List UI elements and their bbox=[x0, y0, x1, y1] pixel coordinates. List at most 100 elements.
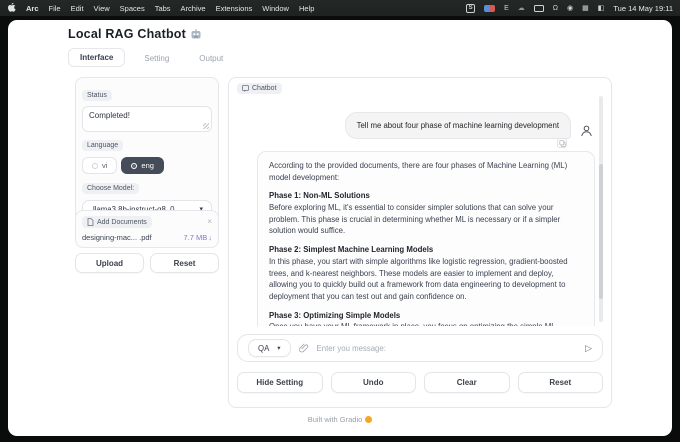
language-option-vi[interactable]: vi bbox=[82, 157, 117, 174]
chatbot-label-text: Chatbot bbox=[252, 85, 277, 92]
chatbot-icon bbox=[242, 85, 249, 92]
menu-item-arc[interactable]: Arc bbox=[26, 4, 39, 13]
radio-label: vi bbox=[102, 161, 107, 170]
bot-section-heading: Phase 2: Simplest Machine Learning Model… bbox=[269, 244, 583, 256]
message-input-row: QA ▾ Enter you message: ▷ bbox=[237, 334, 603, 362]
chat-scrollbar-thumb[interactable] bbox=[599, 164, 603, 300]
language-label: Language bbox=[82, 140, 123, 151]
upload-reset-row: Upload Reset bbox=[75, 253, 219, 273]
clear-button[interactable]: Clear bbox=[424, 372, 510, 393]
bot-section: Phase 1: Non-ML SolutionsBefore explorin… bbox=[269, 190, 583, 237]
chat-messages: Tell me about four phase of machine lear… bbox=[229, 96, 613, 326]
blue-red-pill-icon[interactable] bbox=[484, 5, 495, 12]
tab-setting[interactable]: Setting bbox=[133, 50, 180, 67]
language-radio-group: vi eng bbox=[82, 157, 212, 174]
screen-mirroring-icon[interactable]: ◧ bbox=[598, 5, 605, 12]
robot-icon bbox=[190, 29, 202, 40]
menubar-status-icons: S E ☁ Ω ◉ ▦ ◧ bbox=[466, 4, 604, 13]
user-message-bubble: Tell me about four phase of machine lear… bbox=[345, 112, 571, 139]
menu-item-file[interactable]: File bbox=[49, 4, 61, 13]
bot-message-intro: According to the provided documents, the… bbox=[269, 160, 583, 183]
s-square-icon[interactable]: S bbox=[466, 4, 475, 13]
ghost-icon[interactable]: ☁ bbox=[518, 5, 525, 12]
settings-form: Status Completed! Language vi eng Choose … bbox=[75, 77, 219, 225]
e-letter-icon[interactable]: E bbox=[504, 5, 509, 12]
message-input[interactable]: Enter you message: bbox=[317, 344, 386, 353]
chatbot-card: Chatbot Tell me about four phase of mach… bbox=[228, 77, 612, 408]
add-documents-label: Add Documents bbox=[82, 216, 152, 228]
menu-item-tabs[interactable]: Tabs bbox=[155, 4, 171, 13]
status-label: Status bbox=[82, 90, 112, 101]
file-download-link[interactable]: 7.7 MB ↓ bbox=[183, 233, 212, 242]
documents-header: Add Documents × bbox=[82, 216, 212, 228]
bot-section-heading: Phase 3: Optimizing Simple Models bbox=[269, 310, 583, 322]
bot-section-text: Before exploring ML, it's essential to c… bbox=[269, 202, 583, 237]
file-name: designing-mac... .pdf bbox=[82, 233, 152, 242]
attachment-icon[interactable] bbox=[299, 343, 309, 353]
footer-text[interactable]: Built with Gradio bbox=[308, 415, 363, 424]
apple-menu-icon[interactable] bbox=[7, 3, 16, 13]
hide-setting-button[interactable]: Hide Setting bbox=[237, 372, 323, 393]
download-icon: ↓ bbox=[208, 233, 212, 242]
macos-menubar: Arc File Edit View Spaces Tabs Archive Extensio… bbox=[0, 0, 680, 16]
tab-bar: Interface Setting Output bbox=[68, 48, 234, 67]
reset-button[interactable]: Reset bbox=[518, 372, 604, 393]
bot-section-text: In this phase, you start with simple alg… bbox=[269, 256, 583, 303]
tab-interface[interactable]: Interface bbox=[68, 48, 125, 67]
headphones-icon[interactable]: Ω bbox=[553, 5, 558, 12]
chevron-down-icon: ▾ bbox=[277, 344, 280, 352]
page-title: Local RAG Chatbot bbox=[68, 27, 202, 41]
user-avatar-icon bbox=[580, 124, 593, 137]
menu-item-edit[interactable]: Edit bbox=[71, 4, 84, 13]
menu-item-help[interactable]: Help bbox=[299, 4, 314, 13]
menubar-clock[interactable]: Tue 14 May 19:11 bbox=[613, 4, 673, 13]
radio-dot-icon bbox=[131, 163, 137, 169]
menu-item-window[interactable]: Window bbox=[262, 4, 289, 13]
copy-button[interactable] bbox=[557, 138, 567, 148]
bot-section-heading: Phase 1: Non-ML Solutions bbox=[269, 190, 583, 202]
radio-label: eng bbox=[141, 161, 154, 170]
browser-window: Local RAG Chatbot Interface Setting Output… bbox=[8, 20, 672, 436]
menu-item-view[interactable]: View bbox=[94, 4, 110, 13]
documents-card: Add Documents × designing-mac... .pdf 7.… bbox=[75, 210, 219, 248]
bot-section-text: Once you have your ML framework in place… bbox=[269, 321, 583, 326]
send-icon[interactable]: ▷ bbox=[585, 344, 592, 353]
resize-handle-icon[interactable] bbox=[203, 123, 209, 129]
tab-output[interactable]: Output bbox=[188, 50, 234, 67]
radio-dot-icon bbox=[92, 163, 98, 169]
clear-file-button[interactable]: × bbox=[207, 218, 212, 226]
display-icon[interactable] bbox=[534, 5, 544, 12]
mode-dropdown[interactable]: QA ▾ bbox=[248, 339, 291, 357]
menubar-right: S E ☁ Ω ◉ ▦ ◧ Tue 14 May 19:11 bbox=[466, 4, 673, 13]
file-size: 7.7 MB bbox=[183, 233, 207, 242]
footer: Built with Gradio bbox=[8, 415, 672, 424]
screen: Arc File Edit View Spaces Tabs Archive Extensio… bbox=[0, 0, 680, 442]
menu-item-archive[interactable]: Archive bbox=[181, 4, 206, 13]
menubar-items: Arc File Edit View Spaces Tabs Archive Extensio… bbox=[26, 4, 314, 13]
menu-item-extensions[interactable]: Extensions bbox=[216, 4, 253, 13]
window-grid-icon[interactable]: ▦ bbox=[582, 5, 589, 12]
mode-dropdown-value: QA bbox=[258, 344, 269, 353]
reset-button[interactable]: Reset bbox=[150, 253, 219, 273]
bot-message-sections: Phase 1: Non-ML SolutionsBefore explorin… bbox=[269, 190, 583, 326]
menu-item-spaces[interactable]: Spaces bbox=[120, 4, 145, 13]
bot-section: Phase 2: Simplest Machine Learning Model… bbox=[269, 244, 583, 302]
language-option-eng[interactable]: eng bbox=[121, 157, 164, 174]
file-row: designing-mac... .pdf 7.7 MB ↓ bbox=[82, 233, 212, 242]
page-title-text: Local RAG Chatbot bbox=[68, 27, 186, 41]
chatbot-label: Chatbot bbox=[237, 83, 282, 94]
bot-message-panel: According to the provided documents, the… bbox=[257, 151, 595, 326]
bot-section: Phase 3: Optimizing Simple ModelsOnce yo… bbox=[269, 310, 583, 326]
choose-model-label: Choose Model: bbox=[82, 183, 139, 194]
chat-scrollbar[interactable] bbox=[599, 96, 603, 322]
add-documents-text: Add Documents bbox=[97, 219, 147, 226]
status-value: Completed! bbox=[89, 111, 130, 120]
menubar-left: Arc File Edit View Spaces Tabs Archive Extensio… bbox=[7, 3, 314, 13]
undo-button[interactable]: Undo bbox=[331, 372, 417, 393]
gradio-logo-icon bbox=[365, 416, 372, 423]
chat-action-buttons: Hide Setting Undo Clear Reset bbox=[237, 372, 603, 393]
document-icon bbox=[87, 218, 94, 226]
record-icon[interactable]: ◉ bbox=[567, 5, 573, 12]
status-textbox[interactable]: Completed! bbox=[82, 106, 212, 132]
upload-button[interactable]: Upload bbox=[75, 253, 144, 273]
